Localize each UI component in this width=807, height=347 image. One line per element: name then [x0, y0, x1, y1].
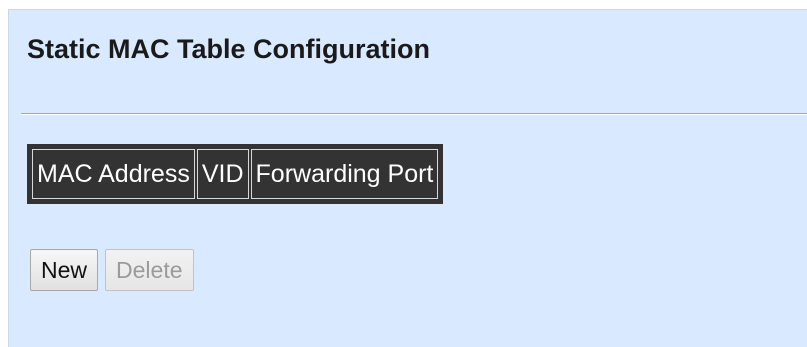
column-header-mac-address: MAC Address — [32, 149, 195, 199]
content-panel: Static MAC Table Configuration MAC Addre… — [8, 9, 807, 347]
action-buttons: New Delete — [30, 249, 194, 291]
column-header-forwarding-port: Forwarding Port — [250, 149, 439, 199]
table-header-row: MAC Address VID Forwarding Port — [32, 149, 439, 199]
column-header-vid: VID — [196, 149, 249, 199]
new-button[interactable]: New — [30, 249, 99, 291]
title-divider — [21, 113, 807, 115]
page-title: Static MAC Table Configuration — [27, 34, 430, 64]
static-mac-table: MAC Address VID Forwarding Port — [27, 144, 444, 204]
delete-button[interactable]: Delete — [105, 249, 194, 291]
